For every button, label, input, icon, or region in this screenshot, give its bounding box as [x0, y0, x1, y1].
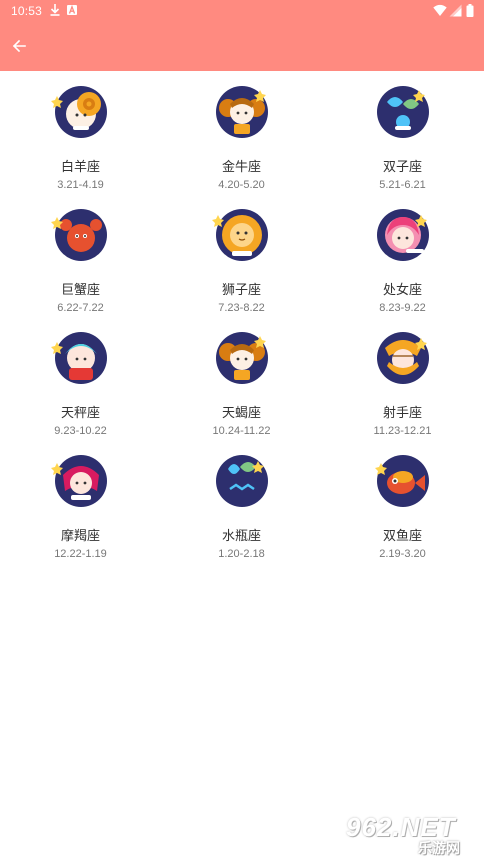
taurus-icon — [212, 82, 272, 142]
aquarius-icon — [212, 451, 272, 511]
zodiac-name: 天蝎座 — [221, 406, 261, 421]
zodiac-name: 射手座 — [382, 406, 422, 421]
zodiac-dates: 9.23-10.22 — [54, 425, 107, 437]
scorpio-icon — [212, 328, 272, 388]
zodiac-item-pisces[interactable]: 双鱼座 2.19-3.20 — [322, 440, 483, 563]
a-icon — [67, 5, 77, 15]
status-time: 10:53 — [11, 4, 43, 18]
zodiac-item-libra[interactable]: 天秤座 9.23-10.22 — [0, 317, 161, 440]
zodiac-item-sagittarius[interactable]: 射手座 11.23-12.21 — [322, 317, 483, 440]
sagittarius-icon — [373, 328, 433, 388]
watermark-site-name: 乐游网 — [418, 841, 460, 857]
zodiac-dates: 7.23-8.22 — [218, 302, 265, 314]
gemini-icon — [373, 82, 433, 142]
zodiac-dates: 8.23-9.22 — [379, 302, 426, 314]
zodiac-dates: 11.23-12.21 — [373, 425, 432, 437]
zodiac-name: 金牛座 — [221, 160, 261, 175]
zodiac-item-virgo[interactable]: 处女座 8.23-9.22 — [322, 194, 483, 317]
download-icon — [50, 4, 60, 16]
libra-icon — [50, 328, 111, 388]
zodiac-dates: 5.21-6.21 — [379, 179, 426, 191]
zodiac-dates: 3.21-4.19 — [57, 179, 104, 191]
zodiac-item-capricorn[interactable]: 摩羯座 12.22-1.19 — [0, 440, 161, 563]
zodiac-name: 狮子座 — [221, 283, 261, 298]
status-bar: 10:53 — [0, 0, 484, 22]
arrow-left-icon — [12, 39, 26, 53]
back-button[interactable] — [6, 33, 32, 59]
zodiac-item-aries[interactable]: 白羊座 3.21-4.19 — [0, 71, 161, 194]
zodiac-name: 白羊座 — [60, 160, 100, 175]
zodiac-name: 摩羯座 — [60, 529, 100, 544]
pisces-icon — [373, 451, 433, 511]
zodiac-dates: 10.24-11.22 — [212, 425, 271, 437]
zodiac-item-gemini[interactable]: 双子座 5.21-6.21 — [322, 71, 483, 194]
cancer-icon — [50, 205, 111, 265]
capricorn-icon — [50, 451, 111, 511]
zodiac-dates: 1.20-2.18 — [218, 548, 265, 560]
zodiac-item-scorpio[interactable]: 天蝎座 10.24-11.22 — [161, 317, 322, 440]
zodiac-item-cancer[interactable]: 巨蟹座 6.22-7.22 — [0, 194, 161, 317]
wifi-icon — [433, 4, 447, 16]
zodiac-dates: 12.22-1.19 — [54, 548, 107, 560]
zodiac-name: 天秤座 — [60, 406, 100, 421]
battery-icon — [466, 4, 474, 17]
virgo-icon — [373, 205, 433, 265]
zodiac-item-leo[interactable]: 狮子座 7.23-8.22 — [161, 194, 322, 317]
leo-icon — [211, 205, 272, 265]
zodiac-item-taurus[interactable]: 金牛座 4.20-5.20 — [161, 71, 322, 194]
zodiac-name: 巨蟹座 — [60, 283, 100, 298]
zodiac-name: 处女座 — [382, 283, 422, 298]
signal-icon — [449, 4, 462, 17]
watermark: 962.NET 乐游网 — [346, 812, 480, 858]
aries-icon — [50, 82, 111, 142]
zodiac-item-aquarius[interactable]: 水瓶座 1.20-2.18 — [161, 440, 322, 563]
zodiac-dates: 4.20-5.20 — [218, 179, 265, 191]
zodiac-name: 双子座 — [382, 160, 422, 175]
zodiac-dates: 6.22-7.22 — [57, 302, 104, 314]
app-bar — [0, 22, 484, 71]
zodiac-name: 双鱼座 — [382, 529, 422, 544]
zodiac-name: 水瓶座 — [221, 529, 261, 544]
zodiac-dates: 2.19-3.20 — [379, 548, 426, 560]
